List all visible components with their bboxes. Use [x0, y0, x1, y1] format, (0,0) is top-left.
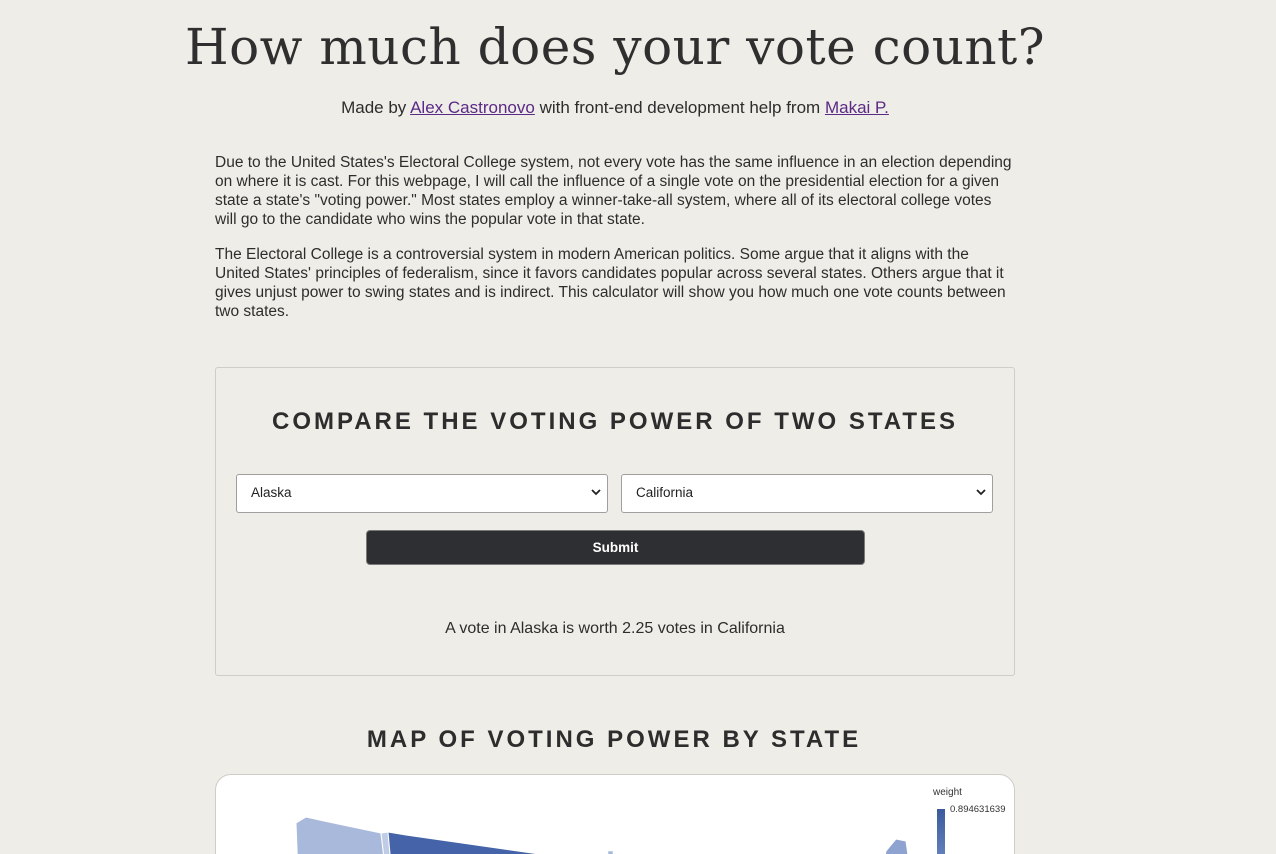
byline-prefix: Made by	[341, 98, 407, 117]
page-title: How much does your vote count?	[184, 18, 1046, 76]
state-maine[interactable]	[881, 838, 916, 854]
compare-card: COMPARE THE VOTING POWER OF TWO STATES A…	[215, 367, 1015, 676]
state-montana[interactable]	[387, 831, 546, 854]
submit-button[interactable]: Submit	[366, 530, 865, 565]
state-a-select[interactable]: Alaska	[236, 474, 608, 513]
legend-title: weight	[933, 787, 962, 798]
intro-text: Due to the United States's Electoral Col…	[215, 153, 1015, 337]
legend-color-bar	[937, 809, 945, 854]
us-map[interactable]	[216, 775, 1014, 854]
state-washington[interactable]	[295, 816, 386, 854]
result-text: A vote in Alaska is worth 2.25 votes in …	[445, 620, 785, 637]
byline-middle: with front-end development help from	[539, 98, 821, 117]
intro-paragraph: Due to the United States's Electoral Col…	[215, 154, 1012, 228]
intro-paragraph: The Electoral College is a controversial…	[215, 246, 1006, 320]
map-heading: MAP OF VOTING POWER BY STATE	[366, 726, 862, 753]
author-link[interactable]: Alex Castronovo	[410, 98, 535, 117]
chevron-down-icon	[976, 489, 986, 496]
chevron-down-icon	[591, 489, 601, 496]
voting-power-map[interactable]: weight 0.894631639	[215, 774, 1015, 854]
legend-max-value: 0.894631639	[950, 804, 1006, 815]
state-a-value: Alaska	[251, 485, 292, 500]
compare-heading: COMPARE THE VOTING POWER OF TWO STATES	[272, 408, 958, 435]
helper-link[interactable]: Makai P.	[825, 98, 889, 117]
state-b-select[interactable]: California	[621, 474, 993, 513]
state-b-value: California	[636, 485, 694, 500]
byline: Made by Alex Castronovo with front-end d…	[0, 96, 1230, 120]
